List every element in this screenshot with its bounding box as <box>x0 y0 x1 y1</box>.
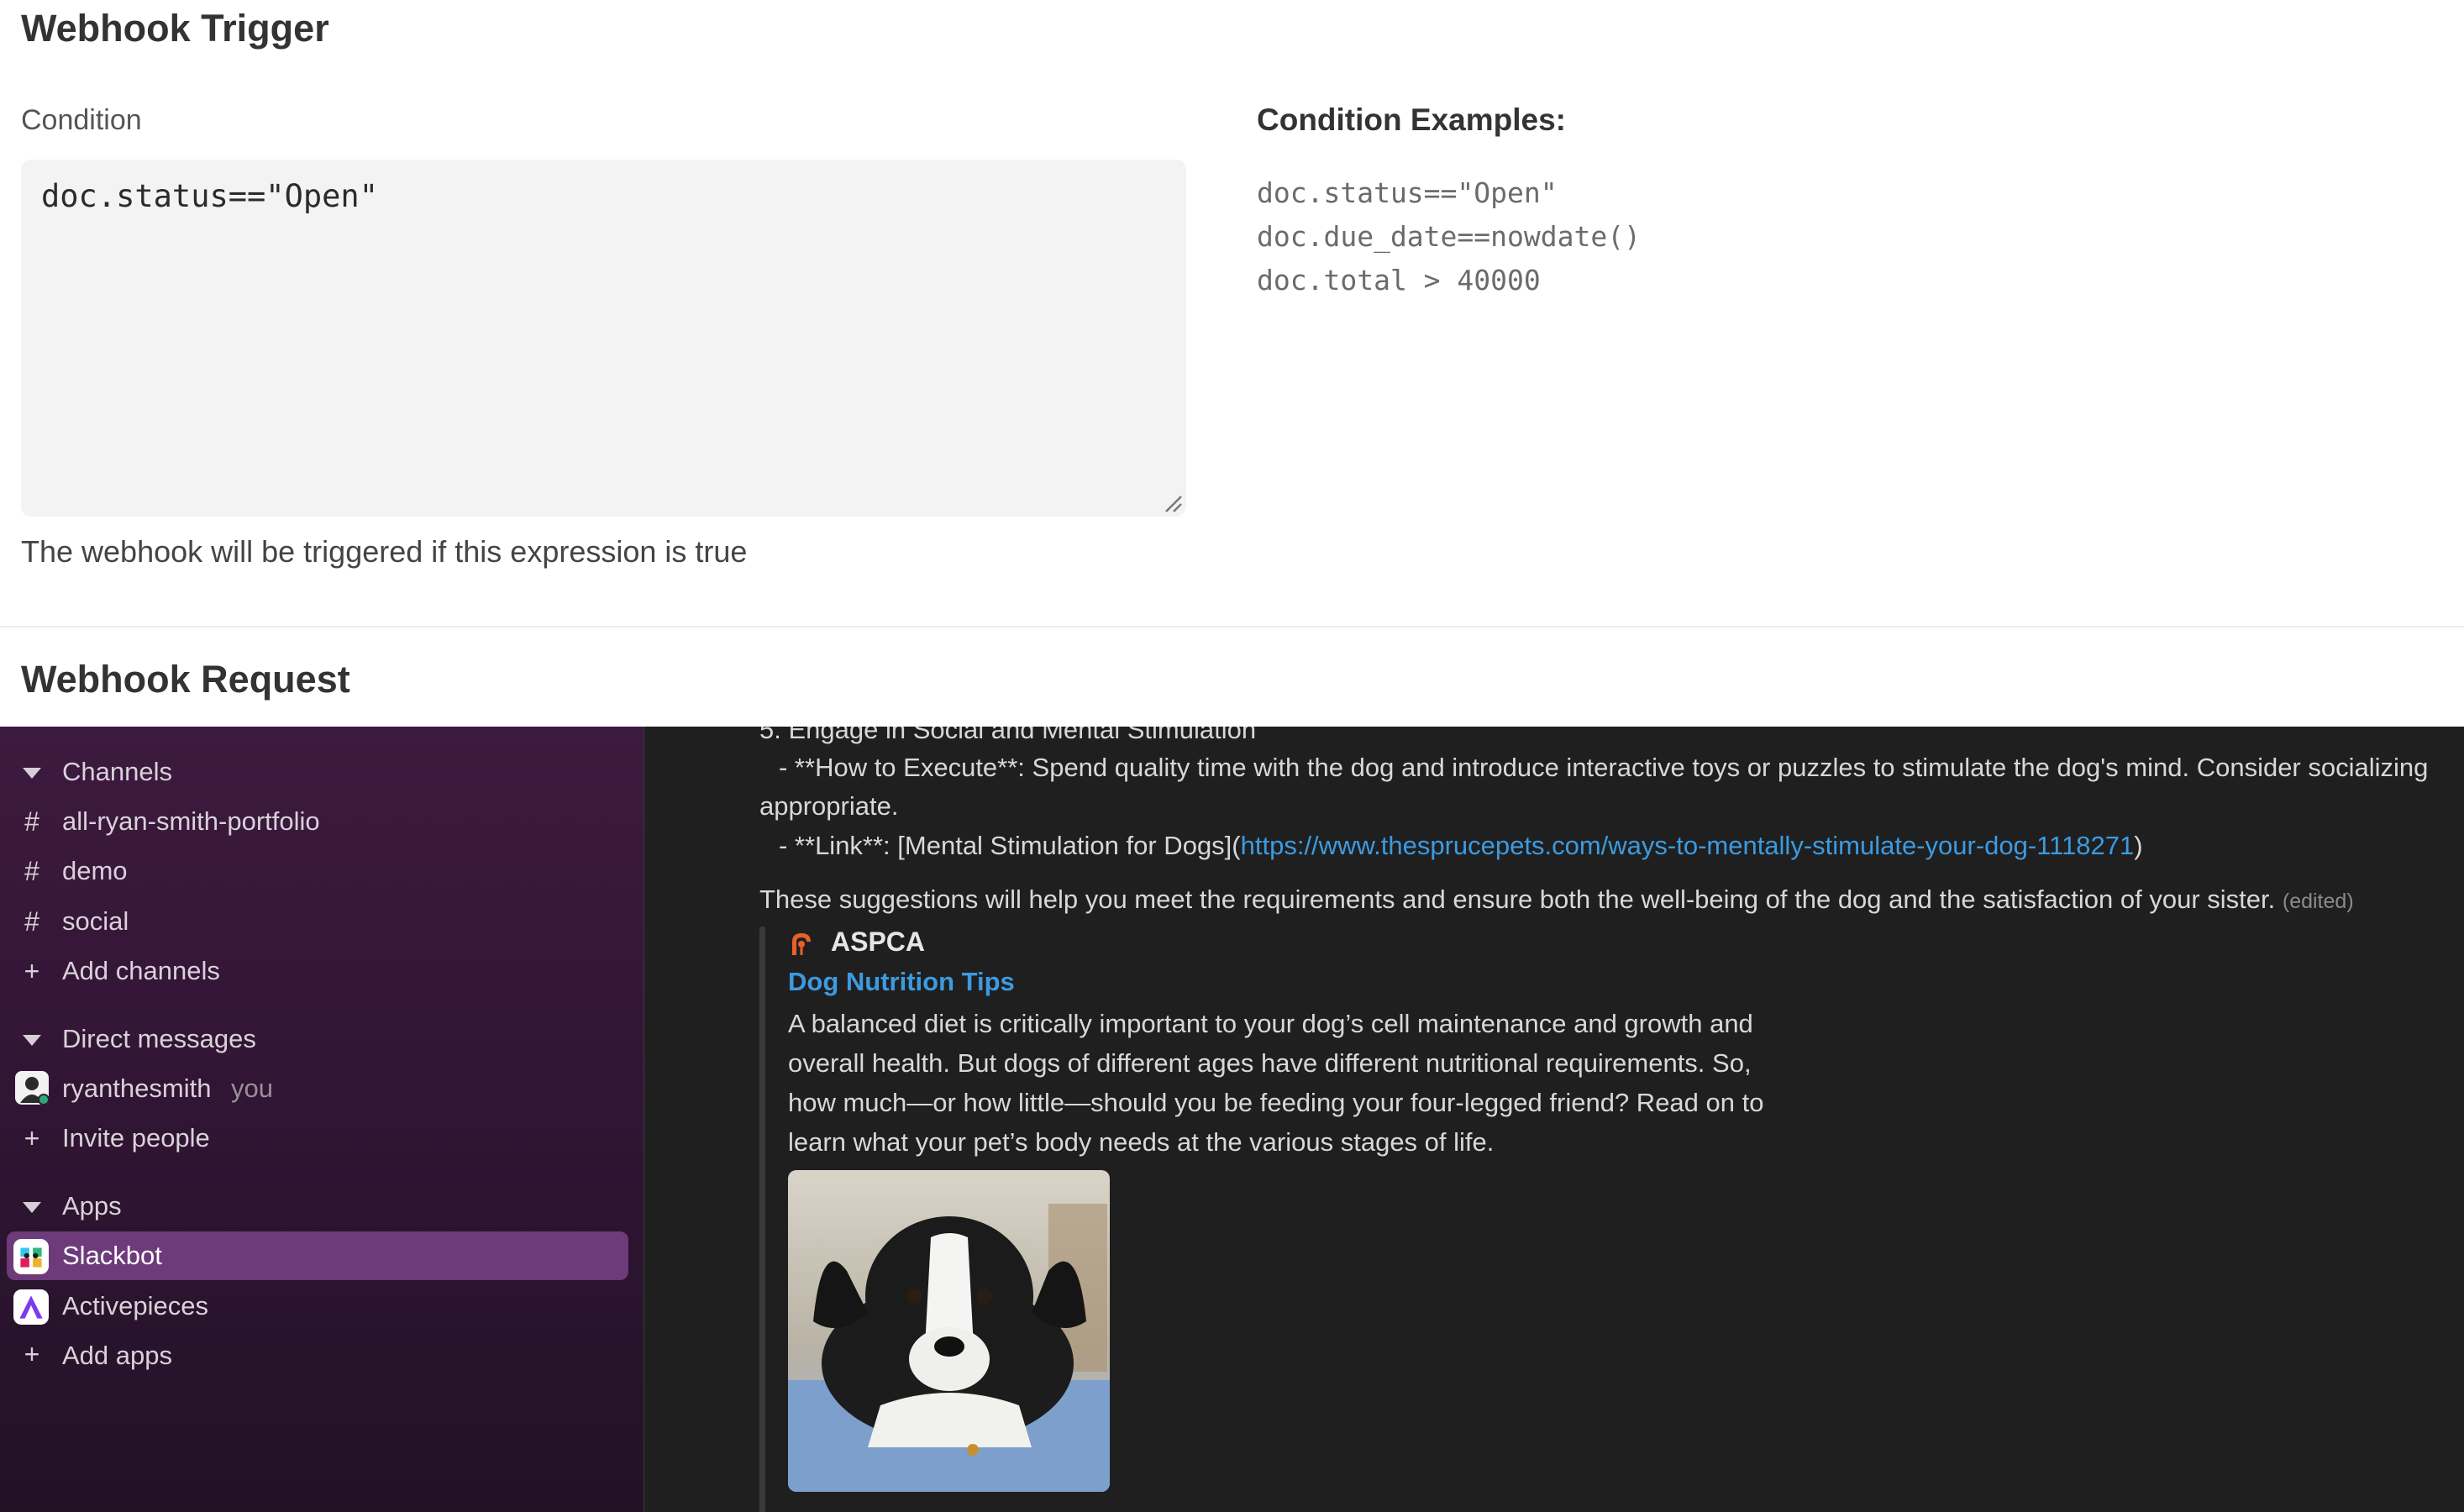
avatar <box>15 1071 49 1105</box>
webhook-trigger-title: Webhook Trigger <box>21 7 329 50</box>
webhook-request-title: Webhook Request <box>21 658 350 701</box>
app-item-slackbot[interactable]: Slackbot <box>0 1234 644 1278</box>
app-label: Slackbot <box>62 1241 162 1270</box>
resize-handle-icon[interactable] <box>1161 491 1183 513</box>
edited-label: (edited) <box>2282 890 2354 913</box>
invite-people-button[interactable]: + Invite people <box>0 1116 644 1160</box>
webhook-trigger-section: Webhook Trigger Condition doc.status=="O… <box>0 0 2464 701</box>
message-line: 5. Engage in Social and Mental Stimulati… <box>759 727 1257 744</box>
condition-examples-title: Condition Examples: <box>1257 102 1566 137</box>
channel-item[interactable]: # demo <box>0 849 644 893</box>
message-pane: 5. Engage in Social and Mental Stimulati… <box>644 727 2464 1512</box>
condition-example: doc.total > 40000 <box>1257 264 1541 297</box>
section-divider <box>0 626 2464 627</box>
caret-down-icon <box>23 1202 41 1213</box>
add-channels-button[interactable]: + Add channels <box>0 949 644 993</box>
condition-example: doc.status=="Open" <box>1257 176 1558 209</box>
channel-item[interactable]: # all-ryan-smith-portfolio <box>0 800 644 843</box>
message-line: appropriate. <box>759 791 899 821</box>
activepieces-icon <box>13 1289 49 1325</box>
direct-messages-header[interactable]: Direct messages <box>0 1017 644 1061</box>
dm-item-ryanthesmith[interactable]: ryanthesmith you <box>0 1067 644 1110</box>
hash-icon: # <box>24 906 39 937</box>
channel-item[interactable]: # social <box>0 900 644 943</box>
aspca-logo-icon <box>792 933 811 955</box>
plus-icon: + <box>24 1339 40 1369</box>
app-item-activepieces[interactable]: Activepieces <box>0 1284 644 1328</box>
message-line: - **How to Execute**: Spend quality time… <box>779 753 2429 782</box>
apps-header[interactable]: Apps <box>0 1184 644 1228</box>
unfurl-bar <box>759 927 765 1512</box>
hash-icon: # <box>24 856 39 886</box>
hash-icon: # <box>24 806 39 837</box>
message-link-line: - **Link**: [Mental Stimulation for Dogs… <box>779 831 2143 860</box>
condition-value[interactable]: doc.status=="Open" <box>41 178 378 214</box>
condition-examples-list: doc.status=="Open" doc.due_date==nowdate… <box>1257 171 1641 302</box>
plus-icon: + <box>24 956 40 986</box>
unfurl-title-link[interactable]: Dog Nutrition Tips <box>788 967 1015 997</box>
unfurl-source: ASPCA <box>831 927 926 957</box>
app-label: Activepieces <box>62 1291 209 1320</box>
condition-helper-text: The webhook will be triggered if this ex… <box>21 534 748 569</box>
caret-down-icon <box>23 768 41 779</box>
message-summary: These suggestions will help you meet the… <box>759 885 2354 914</box>
condition-example: doc.due_date==nowdate() <box>1257 220 1641 253</box>
plus-icon: + <box>24 1123 40 1153</box>
caret-down-icon <box>23 1035 41 1046</box>
dog-image[interactable] <box>788 1170 1110 1492</box>
add-apps-label: Add apps <box>62 1341 172 1370</box>
channels-header[interactable]: Channels <box>0 750 644 794</box>
condition-textarea[interactable]: doc.status=="Open" <box>21 160 1186 517</box>
unfurl-description: A balanced diet is critically important … <box>788 1009 1764 1157</box>
message-link[interactable]: https://www.thesprucepets.com/ways-to-me… <box>1241 831 2135 860</box>
condition-label: Condition <box>21 104 142 136</box>
slack-sidebar: Channels # all-ryan-smith-portfolio # de… <box>0 727 644 1512</box>
slackbot-icon <box>13 1239 49 1274</box>
add-apps-button[interactable]: + Add apps <box>0 1334 644 1378</box>
